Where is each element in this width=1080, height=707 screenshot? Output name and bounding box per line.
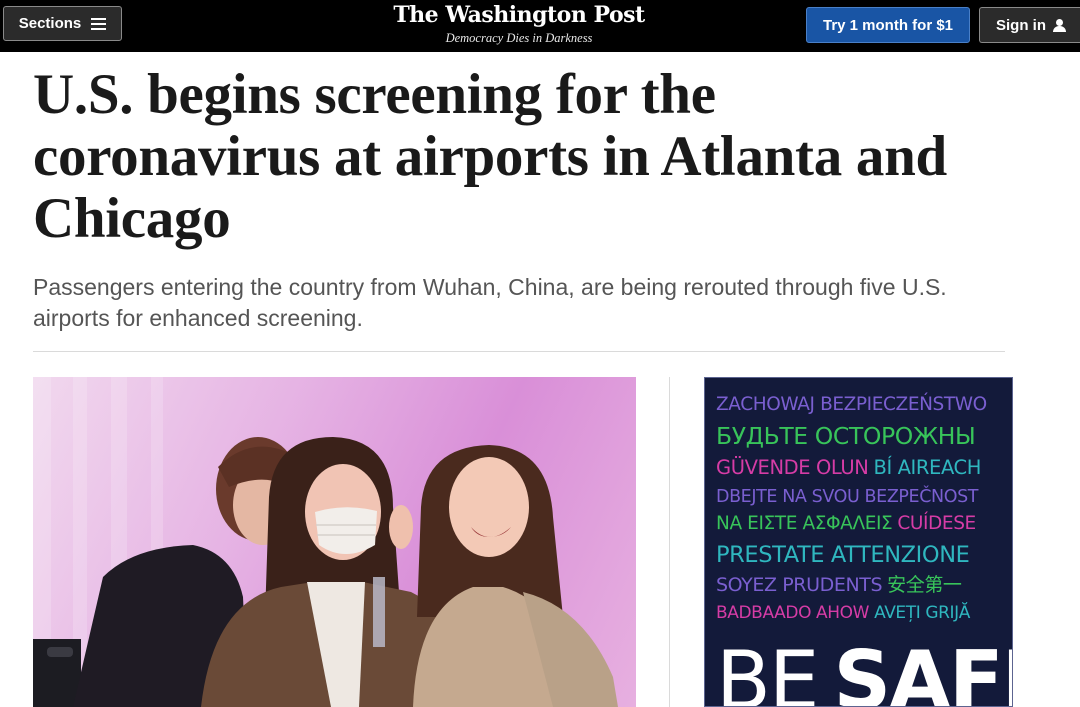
column-divider: [669, 377, 670, 707]
sections-button[interactable]: Sections: [3, 6, 122, 41]
hamburger-icon: [91, 17, 107, 30]
ad-text-line: БУДЬТЕ ОСТОРОЖНЫ: [716, 421, 980, 451]
ad-text-line: ΝΑ ΕΙΣΤΕ ΑΣΦΑΛΕΙΣ CUÍDESE: [716, 511, 981, 537]
sign-in-label: Sign in: [996, 16, 1046, 34]
ad-phrase: 安全第一: [887, 574, 962, 596]
ad-phrase: DBEJTE NA SVOU BEZPEČNOST: [716, 487, 979, 507]
masthead[interactable]: The Washington Post Democracy Dies in Da…: [390, 0, 648, 52]
ad-text-line: ZACHOWAJ BEZPIECZEŃSTWO: [716, 393, 992, 417]
sign-in-button[interactable]: Sign in: [979, 7, 1080, 43]
be-safe-slogan: BESAFE: [716, 634, 1012, 707]
ad-phrase: CUÍDESE: [897, 513, 976, 534]
ad-text-line: GÜVENDE OLUN BÍ AIREACH: [716, 455, 986, 481]
ad-text-line: BADBAADO AHOW AVEȚI GRIJĂ: [716, 601, 975, 625]
ad-phrase: GÜVENDE OLUN: [716, 456, 869, 479]
ad-text-line: PRESTATE ATTENZIONE: [716, 540, 974, 570]
ad-text-line: SOYEZ PRUDENTS 安全第一: [716, 572, 967, 598]
ad-phrase: BADBAADO AHOW: [716, 603, 870, 623]
article-headline: U.S. begins screening for the coronaviru…: [33, 63, 947, 250]
tagline: Democracy Dies in Darkness: [445, 31, 593, 45]
subscribe-button[interactable]: Try 1 month for $1: [806, 7, 970, 43]
ad-phrase: SOYEZ PRUDENTS: [716, 574, 883, 596]
ad-phrase: AVEȚI GRIJĂ: [874, 603, 971, 623]
ad-phrase: ΝΑ ΕΙΣΤΕ ΑΣΦΑΛΕΙΣ: [716, 513, 893, 534]
ad-phrase: BÍ AIREACH: [873, 456, 982, 479]
washington-post-logo[interactable]: The Washington Post: [390, 2, 648, 28]
be-safe-advertisement[interactable]: ZACHOWAJ BEZPIECZEŃSTWO БУДЬТЕ ОСТОРОЖНЫ…: [704, 377, 1013, 707]
ad-text-line: DBEJTE NA SVOU BEZPEČNOST: [716, 485, 983, 509]
safe-word: SAFE: [833, 634, 1012, 707]
headline-divider: [33, 351, 1005, 352]
ad-phrase: ZACHOWAJ BEZPIECZEŃSTWO: [716, 394, 987, 415]
top-navigation-bar: Sections The Washington Post Democracy D…: [0, 0, 1080, 52]
travelers-wearing-masks-photo: [33, 377, 618, 707]
ad-phrase: БУДЬТЕ ОСТОРОЖНЫ: [716, 422, 976, 450]
article-subheadline: Passengers entering the country from Wuh…: [33, 274, 947, 331]
user-icon: [1053, 18, 1066, 32]
article-photo[interactable]: [33, 377, 636, 707]
be-word: BE: [716, 634, 819, 707]
ad-phrase: PRESTATE ATTENZIONE: [716, 542, 970, 568]
sections-label: Sections: [18, 15, 82, 32]
